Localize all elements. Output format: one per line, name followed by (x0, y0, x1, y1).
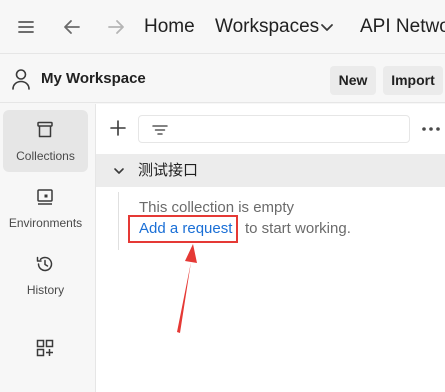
nav-home[interactable]: Home (144, 15, 195, 39)
import-button[interactable]: Import (383, 66, 443, 95)
sidebar-item-add-apps[interactable] (3, 328, 88, 390)
collection-row[interactable]: 测试接口 (96, 154, 445, 187)
sidebar-item-label: History (26, 283, 65, 297)
plus-icon[interactable] (108, 118, 128, 138)
add-apps-icon (36, 339, 54, 357)
back-arrow-icon[interactable] (60, 15, 84, 39)
new-button[interactable]: New (330, 66, 376, 95)
workspace-header: My Workspace New Import (0, 55, 445, 103)
chevron-down-icon[interactable] (315, 15, 339, 39)
collections-icon (37, 121, 53, 138)
tree-indent-line (118, 192, 119, 250)
sidebar: Collections Environments History (0, 104, 96, 392)
user-icon (12, 69, 30, 90)
collections-panel: 测试接口 This collection is empty Add a requ… (96, 104, 445, 392)
sidebar-item-environments[interactable]: Environments (3, 177, 88, 239)
nav-api-network[interactable]: API Netwo (360, 15, 445, 39)
more-options-icon[interactable] (421, 124, 441, 134)
history-icon (36, 256, 53, 272)
sidebar-item-collections[interactable]: Collections (3, 110, 88, 172)
menu-icon[interactable] (14, 15, 38, 39)
collection-name: 测试接口 (138, 162, 199, 179)
chevron-down-icon[interactable] (112, 164, 126, 178)
forward-arrow-icon[interactable] (104, 15, 128, 39)
workspace-title: My Workspace (41, 70, 146, 87)
sidebar-item-label: Environments (8, 216, 83, 230)
start-working-text: to start working. (245, 220, 351, 237)
filter-icon (152, 125, 168, 135)
sidebar-item-history[interactable]: History (3, 244, 88, 306)
annotation-arrow (177, 244, 197, 333)
annotation-highlight-box (128, 215, 238, 243)
filter-input[interactable] (138, 115, 410, 143)
top-bar: Home Workspaces API Netwo (0, 0, 445, 54)
sidebar-item-label: Collections (16, 149, 75, 163)
environments-icon (37, 189, 53, 205)
nav-workspaces[interactable]: Workspaces (215, 15, 319, 39)
